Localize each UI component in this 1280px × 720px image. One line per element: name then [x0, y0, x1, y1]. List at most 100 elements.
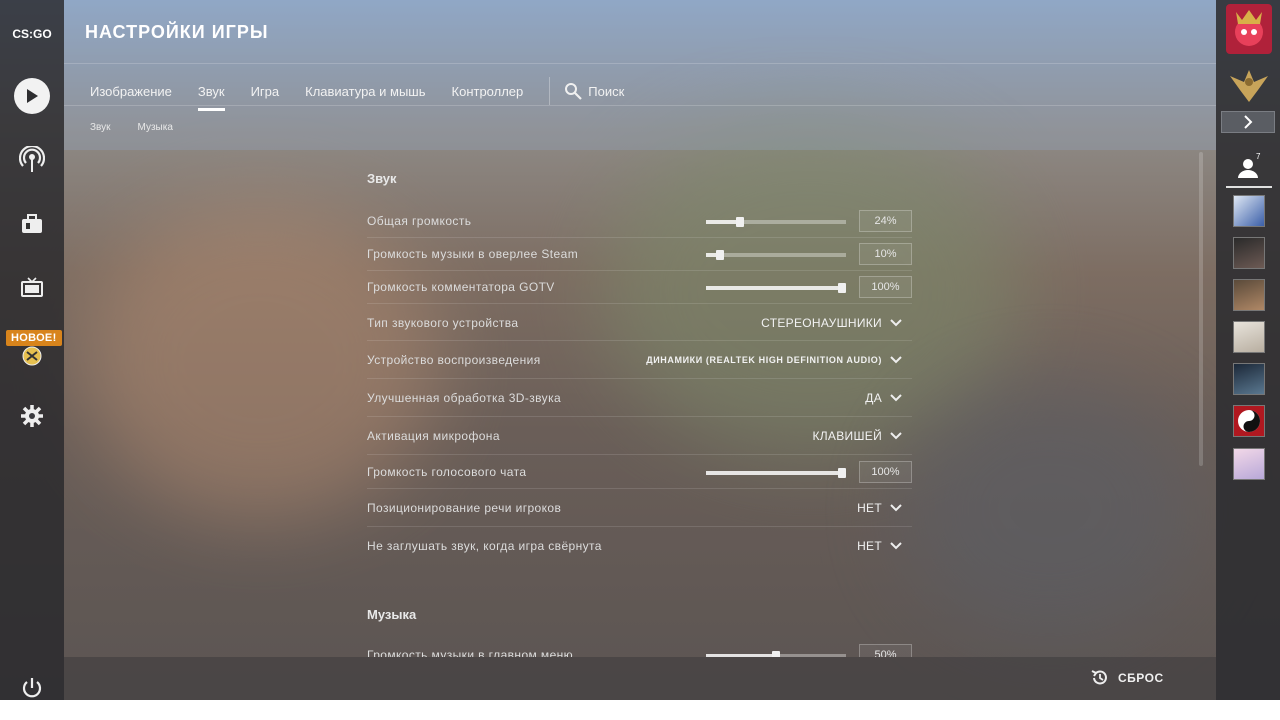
watch-broadcast-button[interactable] [12, 140, 52, 180]
reset-button[interactable]: СБРОС [1090, 668, 1164, 688]
tv-button[interactable] [12, 268, 52, 308]
voice-volume-value[interactable]: 100% [859, 461, 912, 483]
power-icon [22, 678, 42, 698]
chevron-down-icon [890, 393, 902, 401]
search-icon [565, 83, 583, 100]
friend-avatar[interactable] [1233, 195, 1265, 227]
steam-overlay-music-value[interactable]: 10% [859, 243, 912, 265]
row-label: Тип звукового устройства [367, 315, 519, 330]
dropdown-value: НЕТ [857, 539, 882, 553]
inventory-button[interactable] [12, 204, 52, 244]
row-voice-positioning: Позиционирование речи игроков НЕТ [367, 490, 912, 527]
slider-handle[interactable] [716, 250, 724, 260]
tab-controller[interactable]: Контроллер [452, 84, 524, 99]
friend-avatar[interactable] [1233, 363, 1265, 395]
gotv-volume-value[interactable]: 100% [859, 276, 912, 298]
enhanced-3d-dropdown[interactable]: ДА [865, 391, 902, 405]
rank-eagle-badge[interactable] [1228, 62, 1270, 106]
row-playback-device: Устройство воспроизведения ДИНАМИКИ (REA… [367, 341, 912, 379]
row-label: Улучшенная обработка 3D-звука [367, 390, 562, 405]
rail-divider [1226, 186, 1272, 188]
header-divider [64, 105, 1216, 106]
play-button[interactable] [12, 76, 52, 116]
settings-button[interactable] [12, 396, 52, 436]
reset-label: СБРОС [1118, 671, 1164, 685]
tab-separator [549, 77, 551, 105]
settings-header: НАСТРОЙКИ ИГРЫ Изображение Звук Игра Кла… [64, 0, 1216, 150]
master-volume-slider[interactable] [706, 217, 846, 227]
broadcast-icon [19, 146, 45, 172]
dropdown-value: ДА [865, 390, 882, 405]
eagle-icon [1230, 70, 1268, 102]
tv-icon [21, 277, 43, 297]
mic-activation-dropdown[interactable]: КЛАВИШЕЙ [812, 429, 902, 443]
new-badge: НОВОЕ! [6, 330, 62, 346]
chevron-down-icon [890, 318, 902, 326]
device-type-dropdown[interactable]: СТЕРЕОНАУШНИКИ [761, 316, 902, 330]
profile-rank-badge[interactable] [1226, 4, 1272, 54]
friend-avatar[interactable] [1233, 321, 1265, 353]
yin-yang-icon [1238, 410, 1260, 432]
section-title-music: Музыка [367, 607, 417, 622]
row-main-menu-music: Громкость музыки в главном меню 50% [367, 638, 912, 657]
friends-count: 7 [1256, 152, 1261, 161]
friend-avatar[interactable] [1233, 279, 1265, 311]
settings-content: Звук Общая громкость 24% Громкость музык… [64, 150, 1216, 657]
chevron-down-icon [890, 431, 902, 439]
gear-icon [21, 405, 43, 427]
row-label: Не заглушать звук, когда игра свёрнута [367, 539, 602, 553]
chevron-down-icon [890, 355, 902, 363]
chevron-down-icon [890, 504, 902, 512]
tab-audio[interactable]: Звук [197, 84, 225, 111]
expand-rail-button[interactable] [1221, 111, 1275, 133]
friends-button[interactable]: 7 [1230, 152, 1270, 182]
profile-rank-icon [1235, 10, 1263, 46]
row-label: Общая громкость [367, 213, 472, 228]
slider-handle[interactable] [736, 217, 744, 227]
scrollbar[interactable] [1199, 152, 1203, 466]
reset-icon [1091, 670, 1107, 685]
dropdown-value: НЕТ [857, 501, 882, 515]
friend-avatar[interactable] [1233, 237, 1265, 269]
slider-handle[interactable] [838, 283, 846, 293]
slider-handle[interactable] [838, 468, 846, 478]
subtab-sound[interactable]: Звук [90, 122, 111, 133]
row-enhanced-3d: Улучшенная обработка 3D-звука ДА [367, 379, 912, 417]
page-title: НАСТРОЙКИ ИГРЫ [85, 22, 269, 42]
row-label: Позиционирование речи игроков [367, 501, 562, 515]
main-menu-music-value[interactable]: 50% [859, 644, 912, 657]
row-gotv-volume: Громкость комментатора GOTV 100% [367, 270, 912, 304]
master-volume-value[interactable]: 24% [859, 210, 912, 232]
voice-volume-slider[interactable] [706, 468, 846, 478]
gotv-volume-slider[interactable] [706, 283, 846, 293]
play-icon [14, 78, 50, 114]
tab-game[interactable]: Игра [251, 84, 280, 99]
chevron-down-icon [890, 542, 902, 550]
tab-video[interactable]: Изображение [90, 84, 172, 99]
row-label: Громкость голосового чата [367, 464, 527, 479]
dropdown-value: КЛАВИШЕЙ [812, 428, 882, 443]
friend-avatar[interactable] [1233, 405, 1265, 437]
row-mic-activation: Активация микрофона КЛАВИШЕЙ [367, 417, 912, 455]
voice-positioning-dropdown[interactable]: НЕТ [857, 501, 902, 515]
slider-fill [706, 220, 740, 224]
section-title-sound: Звук [367, 171, 397, 186]
tab-keyboard-mouse[interactable]: Клавиатура и мышь [305, 84, 425, 99]
subtab-music[interactable]: Музыка [138, 122, 173, 133]
settings-footer: СБРОС [64, 657, 1216, 700]
slider-fill [706, 471, 846, 475]
row-steam-overlay-music: Громкость музыки в оверлее Steam 10% [367, 237, 912, 271]
row-voice-volume: Громкость голосового чата 100% [367, 455, 912, 489]
briefcase-icon [22, 214, 42, 233]
no-mute-minimized-dropdown[interactable]: НЕТ [857, 539, 902, 553]
chevron-right-icon [1244, 115, 1253, 129]
search-button[interactable]: Поиск [564, 82, 624, 100]
dropdown-value: ДИНАМИКИ (REALTEK HIGH DEFINITION AUDIO) [646, 354, 882, 365]
row-master-volume: Общая громкость 24% [367, 204, 912, 238]
csgo-logo[interactable]: CS:GO [9, 20, 55, 48]
steam-overlay-music-slider[interactable] [706, 250, 846, 260]
friend-avatar[interactable] [1233, 448, 1265, 480]
header-divider [64, 63, 1216, 64]
playback-device-dropdown[interactable]: ДИНАМИКИ (REALTEK HIGH DEFINITION AUDIO) [646, 355, 902, 365]
slider-fill [706, 286, 846, 290]
